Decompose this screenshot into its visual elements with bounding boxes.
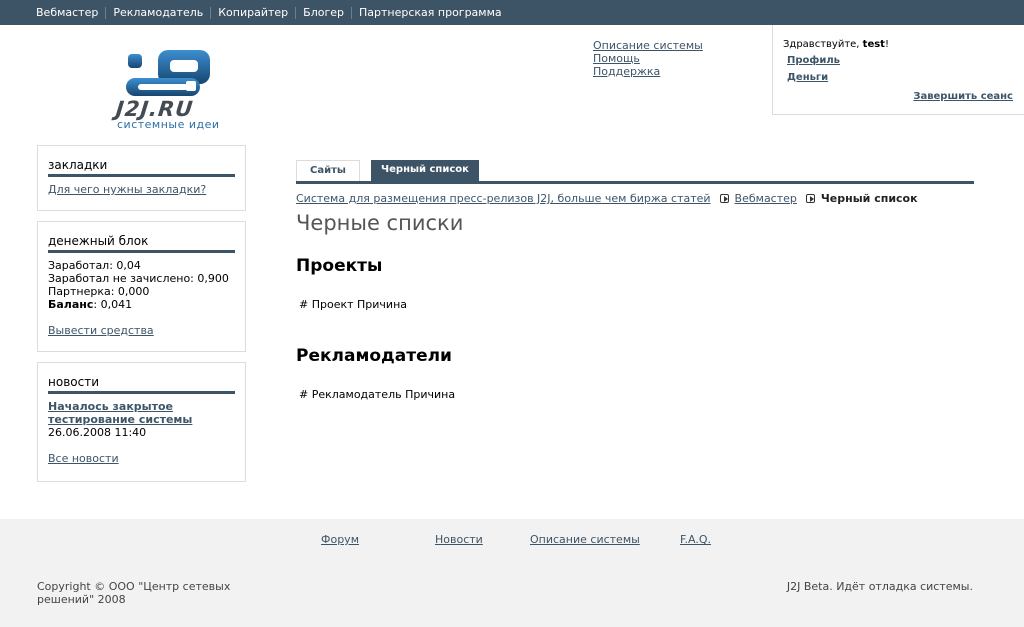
partner-value: Партнерка: 0,000 xyxy=(48,285,150,298)
beta-notice: J2J Beta. Идёт отладка системы. xyxy=(786,580,973,593)
money-panel-title: денежный блок xyxy=(48,222,235,253)
system-description-link[interactable]: Описание системы xyxy=(593,39,703,52)
user-box: Здравствуйте, test! Профиль Деньги Завер… xyxy=(772,25,1024,115)
user-greeting: Здравствуйте, test! xyxy=(783,39,889,50)
balance-label: Баланс xyxy=(48,298,94,311)
breadcrumb-arrow-icon xyxy=(719,194,729,203)
nav-partner-program[interactable]: Партнерская программа xyxy=(359,6,502,19)
footer: Форум Новости Описание системы F.A.Q. Co… xyxy=(0,519,1024,627)
nav-webmaster[interactable]: Вебмастер xyxy=(36,6,98,19)
breadcrumb-current: Черный список xyxy=(820,192,918,205)
all-news-link[interactable]: Все новости xyxy=(48,452,119,465)
breadcrumb: Система для размещения пресс-релизов J2J… xyxy=(296,192,918,205)
logo-mark-icon xyxy=(126,50,210,96)
bookmarks-help-link[interactable]: Для чего нужны закладки? xyxy=(48,183,206,196)
top-nav-bar: Вебмастер Рекламодатель Копирайтер Блоге… xyxy=(0,0,1024,25)
greeting-end: ! xyxy=(884,39,889,50)
breadcrumb-webmaster[interactable]: Вебмастер xyxy=(735,192,797,205)
advertisers-heading: Рекламодатели xyxy=(296,346,452,366)
news-panel-title: новости xyxy=(48,363,235,394)
advertisers-table-header: # Рекламодатель Причина xyxy=(299,388,456,401)
balance-amount: : 0,041 xyxy=(93,298,133,311)
withdraw-link[interactable]: Вывести средства xyxy=(48,324,154,337)
not-credited-value: Заработал не зачислено: 0,900 xyxy=(48,272,229,285)
nav-advertiser[interactable]: Рекламодатель xyxy=(113,6,203,19)
user-name: test xyxy=(862,39,885,50)
footer-description-link[interactable]: Описание системы xyxy=(530,533,640,546)
earned-value: Заработал: 0,04 xyxy=(48,259,141,272)
greeting-text: Здравствуйте, xyxy=(783,39,863,50)
nav-divider xyxy=(295,6,297,19)
news-item-date: 26.06.2008 11:40 xyxy=(48,426,147,439)
tab-bar: Сайты Черный список xyxy=(296,160,479,181)
bookmarks-panel-title: закладки xyxy=(48,146,235,177)
page-title: Черные списки xyxy=(296,211,464,235)
support-link[interactable]: Поддержка xyxy=(593,65,703,78)
nav-divider xyxy=(210,6,212,19)
nav-divider xyxy=(105,6,107,19)
bookmarks-panel: закладки Для чего нужны закладки? xyxy=(37,145,246,211)
tab-sites[interactable]: Сайты xyxy=(296,160,360,181)
balance-value: Баланс: 0,041 xyxy=(48,298,235,311)
profile-link[interactable]: Профиль xyxy=(787,55,840,66)
logo-tagline: системные идеи xyxy=(117,118,220,131)
footer-forum-link[interactable]: Форум xyxy=(321,533,359,546)
site-logo[interactable]: J2J.RU системные идеи xyxy=(115,48,228,132)
footer-faq-link[interactable]: F.A.Q. xyxy=(680,533,711,546)
help-link[interactable]: Помощь xyxy=(593,52,703,65)
nav-copywriter[interactable]: Копирайтер xyxy=(218,6,288,19)
tab-blacklist[interactable]: Черный список xyxy=(371,160,479,181)
tab-underline xyxy=(296,181,974,184)
logout-link[interactable]: Завершить сеанс xyxy=(913,91,1013,102)
breadcrumb-root[interactable]: Система для размещения пресс-релизов J2J… xyxy=(296,192,711,205)
footer-news-link[interactable]: Новости xyxy=(435,533,483,546)
header-links: Описание системы Помощь Поддержка xyxy=(593,39,703,78)
money-panel: денежный блок Заработал: 0,04 Заработал … xyxy=(37,221,246,352)
nav-blogger[interactable]: Блогер xyxy=(303,6,344,19)
news-item-link[interactable]: Началось закрытое тестирование системы xyxy=(48,400,235,426)
copyright: Copyright © ООО "Центр сетевых решений" … xyxy=(37,580,231,606)
news-panel: новости Началось закрытое тестирование с… xyxy=(37,362,246,482)
breadcrumb-arrow-icon xyxy=(805,194,815,203)
money-link[interactable]: Деньги xyxy=(787,72,828,83)
projects-heading: Проекты xyxy=(296,256,383,276)
top-nav: Вебмастер Рекламодатель Копирайтер Блоге… xyxy=(36,0,502,25)
projects-table-header: # Проект Причина xyxy=(299,298,407,311)
nav-divider xyxy=(351,6,352,19)
